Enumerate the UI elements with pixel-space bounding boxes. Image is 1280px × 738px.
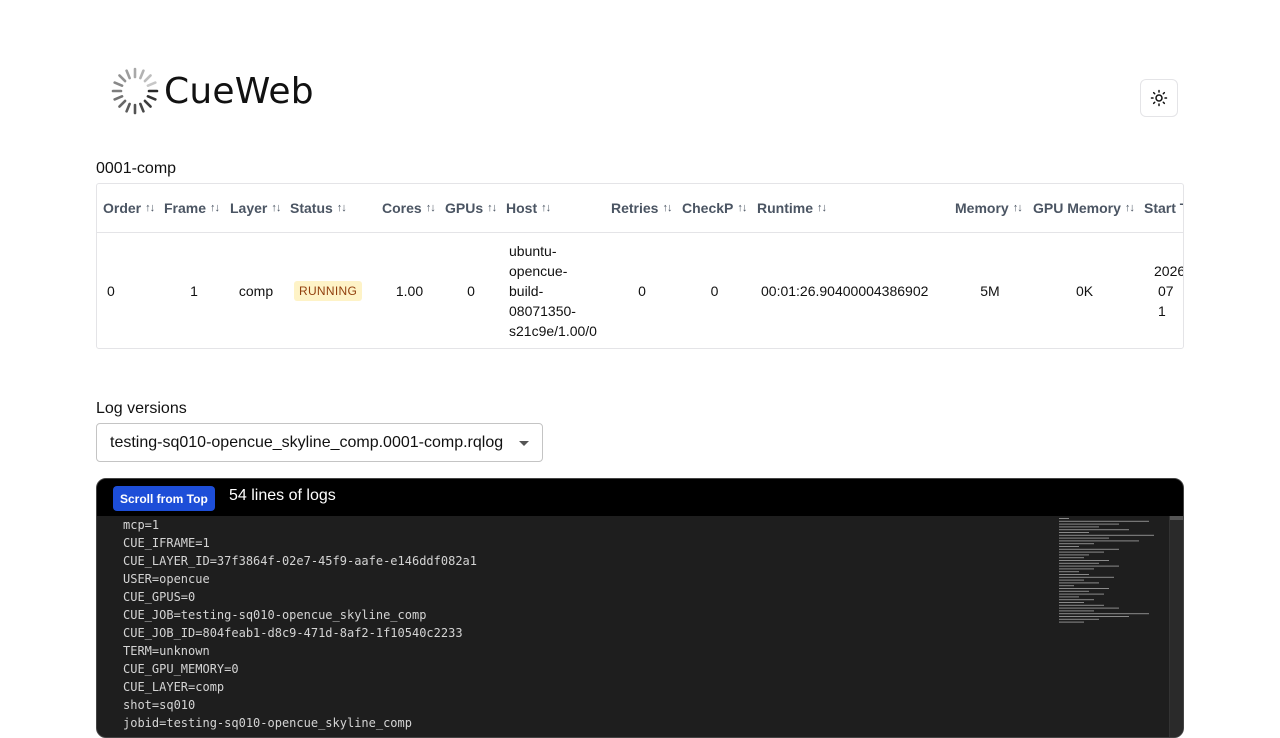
log-version-select[interactable]: testing-sq010-opencue_skyline_comp.0001-… xyxy=(96,423,543,462)
column-header-memory[interactable]: Memory ↑↓ xyxy=(955,184,1023,232)
log-versions-label: Log versions xyxy=(96,400,187,417)
scroll-from-top-button[interactable]: Scroll from Top xyxy=(113,486,215,511)
app-name: CueWeb xyxy=(164,70,314,112)
column-header-cores[interactable]: Cores ↑↓ xyxy=(382,184,436,232)
theme-toggle-button[interactable] xyxy=(1140,79,1178,117)
log-line: jobid=testing-sq010-opencue_skyline_comp xyxy=(123,716,412,730)
log-line-count: 54 lines of logs xyxy=(229,487,336,504)
log-lines: mcp=1 CUE_IFRAME=1 CUE_LAYER_ID=37f3864f… xyxy=(123,516,477,732)
log-viewer-header: Scroll from Top 54 lines of logs xyxy=(97,479,1183,516)
cueweb-logo[interactable]: CueWeb xyxy=(110,66,314,116)
sort-icon: ↑↓ xyxy=(1012,202,1023,214)
log-scrollbar[interactable] xyxy=(1169,516,1183,737)
sort-icon: ↑↓ xyxy=(662,202,672,214)
log-line: shot=sq010 xyxy=(123,698,196,712)
cell-start-time: 2026 07 1 xyxy=(1154,263,1184,319)
frames-table: Order ↑↓ Frame ↑↓ Layer ↑↓ Status ↑↓ Cores ↑↓… xyxy=(96,183,1184,349)
table-header: Order ↑↓ Frame ↑↓ Layer ↑↓ Status ↑↓ Cores ↑↓… xyxy=(97,184,1183,233)
frame-title: 0001-comp xyxy=(96,160,177,177)
column-header-runtime[interactable]: Runtime ↑↓ xyxy=(757,184,827,232)
sort-icon: ↑↓ xyxy=(487,202,497,214)
column-header-frame[interactable]: Frame ↑↓ xyxy=(164,184,220,232)
column-header-host[interactable]: Host ↑↓ xyxy=(506,184,551,232)
cell-retries: 0 xyxy=(638,283,646,299)
sort-icon: ↑↓ xyxy=(336,202,347,214)
sort-icon: ↑↓ xyxy=(145,202,155,214)
cell-gpus: 0 xyxy=(467,283,475,299)
cell-cores: 1.00 xyxy=(395,283,424,299)
column-header-retries[interactable]: Retries ↑↓ xyxy=(611,184,672,232)
column-header-layer[interactable]: Layer ↑↓ xyxy=(230,184,281,232)
cell-status: RUNNING xyxy=(294,233,363,348)
table-row[interactable]: 0 1 comp RUNNING 1.00 0 ubuntu- opencue-… xyxy=(97,233,1184,348)
status-badge: RUNNING xyxy=(294,281,363,301)
log-line: CUE_JOB_ID=804feab1-d8c9-471d-8af2-1f105… xyxy=(123,626,463,640)
log-line: mcp=1 xyxy=(123,518,160,532)
sun-icon xyxy=(1150,89,1168,107)
column-header-status[interactable]: Status ↑↓ xyxy=(290,184,347,232)
column-header-gpus[interactable]: GPUs ↑↓ xyxy=(445,184,497,232)
dropdown-arrow-icon xyxy=(519,441,529,446)
log-line: CUE_GPUS=0 xyxy=(123,590,196,604)
column-header-order[interactable]: Order ↑↓ xyxy=(103,184,155,232)
cell-gpu-memory: 0K xyxy=(1075,283,1094,299)
log-line: CUE_GPU_MEMORY=0 xyxy=(123,662,239,676)
cell-frame: 1 xyxy=(190,283,198,299)
log-line: TERM=unknown xyxy=(123,644,210,658)
sort-icon: ↑↓ xyxy=(817,202,827,214)
column-header-gpu-memory[interactable]: GPU Memory ↑↓ xyxy=(1033,184,1135,232)
log-line: CUE_LAYER_ID=37f3864f-02e7-45f9-aafe-e14… xyxy=(123,554,478,568)
cell-host: ubuntu- opencue- build- 08071350- s21c9e… xyxy=(509,233,609,348)
column-header-checkp[interactable]: CheckP ↑↓ xyxy=(682,184,747,232)
cell-memory: 5M xyxy=(980,283,1000,299)
host-text: ubuntu- opencue- build- 08071350- s21c9e… xyxy=(509,243,597,339)
sort-icon: ↑↓ xyxy=(737,202,747,214)
log-line: CUE_IFRAME=1 xyxy=(123,536,210,550)
sort-icon: ↑↓ xyxy=(1124,202,1135,214)
cell-runtime: 00:01:26.90400004386902 xyxy=(761,283,929,299)
log-minimap[interactable] xyxy=(1055,516,1171,626)
log-line: USER=opencue xyxy=(123,572,210,586)
log-version-selected: testing-sq010-opencue_skyline_comp.0001-… xyxy=(110,433,504,451)
log-line: CUE_JOB=testing-sq010-opencue_skyline_co… xyxy=(123,608,427,622)
cell-layer: comp xyxy=(238,283,274,299)
log-viewer[interactable]: Scroll from Top 54 lines of logs mcp=1 C… xyxy=(96,478,1184,738)
spinner-logo-icon xyxy=(111,67,159,115)
column-header-start-time[interactable]: Start T xyxy=(1144,184,1183,232)
scrollbar-thumb[interactable] xyxy=(1170,516,1183,520)
sort-icon: ↑↓ xyxy=(210,202,220,214)
log-line: CUE_LAYER=comp xyxy=(123,680,225,694)
sort-icon: ↑↓ xyxy=(541,202,551,214)
cell-order: 0 xyxy=(107,283,115,299)
cell-checkp: 0 xyxy=(710,283,719,299)
sort-icon: ↑↓ xyxy=(425,202,436,214)
sort-icon: ↑↓ xyxy=(271,202,281,214)
